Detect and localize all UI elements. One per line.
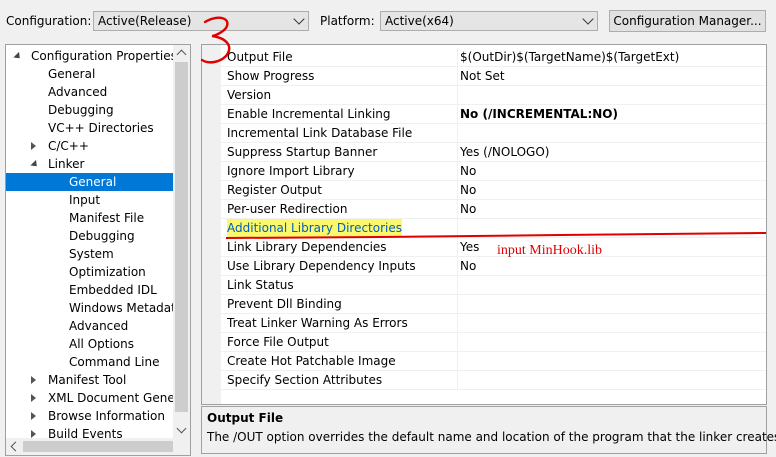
annotation-number-three: [200, 16, 231, 64]
annotation-note: input MinHook.lib: [497, 243, 603, 258]
annotation-layer: [200, 16, 767, 239]
annotation-underline: [225, 232, 767, 239]
